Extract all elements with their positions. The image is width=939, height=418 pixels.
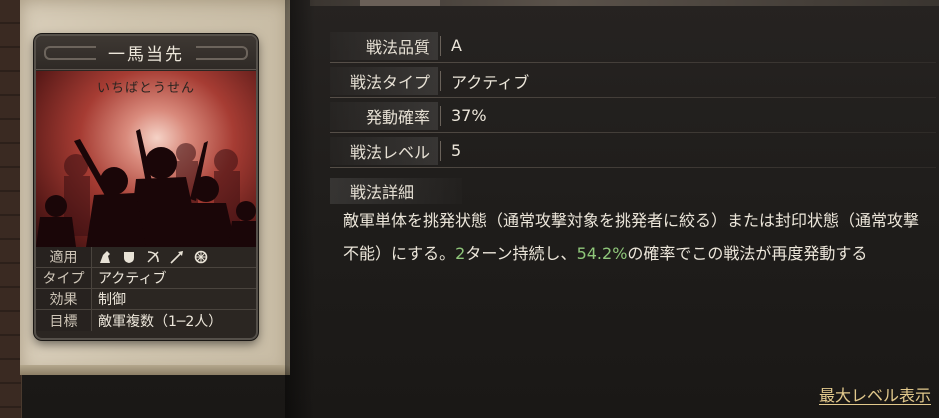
type-value: アクティブ <box>98 271 167 287</box>
type-label: タイプ <box>36 268 92 288</box>
detail-label: 戦法品質 <box>330 31 438 60</box>
rate-highlight: 54.2% <box>576 244 628 263</box>
detail-label: 戦法レベル <box>330 136 438 165</box>
detail-row-probability: 発動確率 37% <box>330 98 936 133</box>
apply-row: 適用 <box>36 247 256 268</box>
target-row: 目標 敵軍複数（1─2人） <box>36 310 256 331</box>
effect-value: 制御 <box>98 292 126 308</box>
description-box: 敵軍単体を挑発状態（通常攻撃対象を挑発者に絞る）または封印状態（通常攻撃不能）に… <box>330 204 936 344</box>
tactic-card: 一馬当先 いちばとうせん 適用 タイプ アクティブ 効果 制御 目標 敵軍複数（… <box>34 34 258 340</box>
detail-value: アクティブ <box>451 72 530 92</box>
card-title: 一馬当先 <box>108 45 184 65</box>
detail-value: 37% <box>451 106 487 125</box>
bow-icon <box>146 250 160 264</box>
cavalry-icon <box>98 250 112 264</box>
detail-label: 発動確率 <box>330 101 438 130</box>
detail-row-type: 戦法タイプ アクティブ <box>330 63 936 98</box>
detail-value: 5 <box>451 141 462 160</box>
wood-frame <box>0 0 22 418</box>
target-value: 敵軍複数（1─2人） <box>98 313 223 330</box>
type-row: タイプ アクティブ <box>36 268 256 289</box>
wheel-icon <box>194 250 208 264</box>
card-artwork: いちばとうせん <box>36 71 256 247</box>
turn-count-highlight: 2 <box>455 244 466 263</box>
description-text: 敵軍単体を挑発状態（通常攻撃対象を挑発者に絞る）または封印状態（通常攻撃不能）に… <box>343 211 920 263</box>
effect-row: 効果 制御 <box>36 289 256 310</box>
detail-row-quality: 戦法品質 A <box>330 28 936 63</box>
effect-label: 効果 <box>36 289 92 309</box>
card-reading: いちばとうせん <box>96 81 195 96</box>
spear-icon <box>170 250 184 264</box>
detail-value: A <box>451 36 462 55</box>
detail-label: 戦法タイプ <box>330 66 438 95</box>
card-info-table: 適用 タイプ アクティブ 効果 制御 目標 敵軍複数（1─2人） <box>36 247 256 331</box>
target-label: 目標 <box>36 310 92 331</box>
apply-label: 適用 <box>36 247 92 267</box>
description-heading: 戦法詳細 <box>330 178 462 204</box>
max-level-link[interactable]: 最大レベル表示 <box>819 382 931 406</box>
warriors-silhouette-art <box>36 129 256 247</box>
shield-icon <box>122 250 136 264</box>
tactic-detail-panel: 戦法品質 A 戦法タイプ アクティブ 発動確率 37% 戦法レベル 5 <box>330 28 936 168</box>
top-divider <box>310 0 939 6</box>
detail-row-level: 戦法レベル 5 <box>330 133 936 168</box>
card-title-bar: 一馬当先 <box>36 36 256 70</box>
